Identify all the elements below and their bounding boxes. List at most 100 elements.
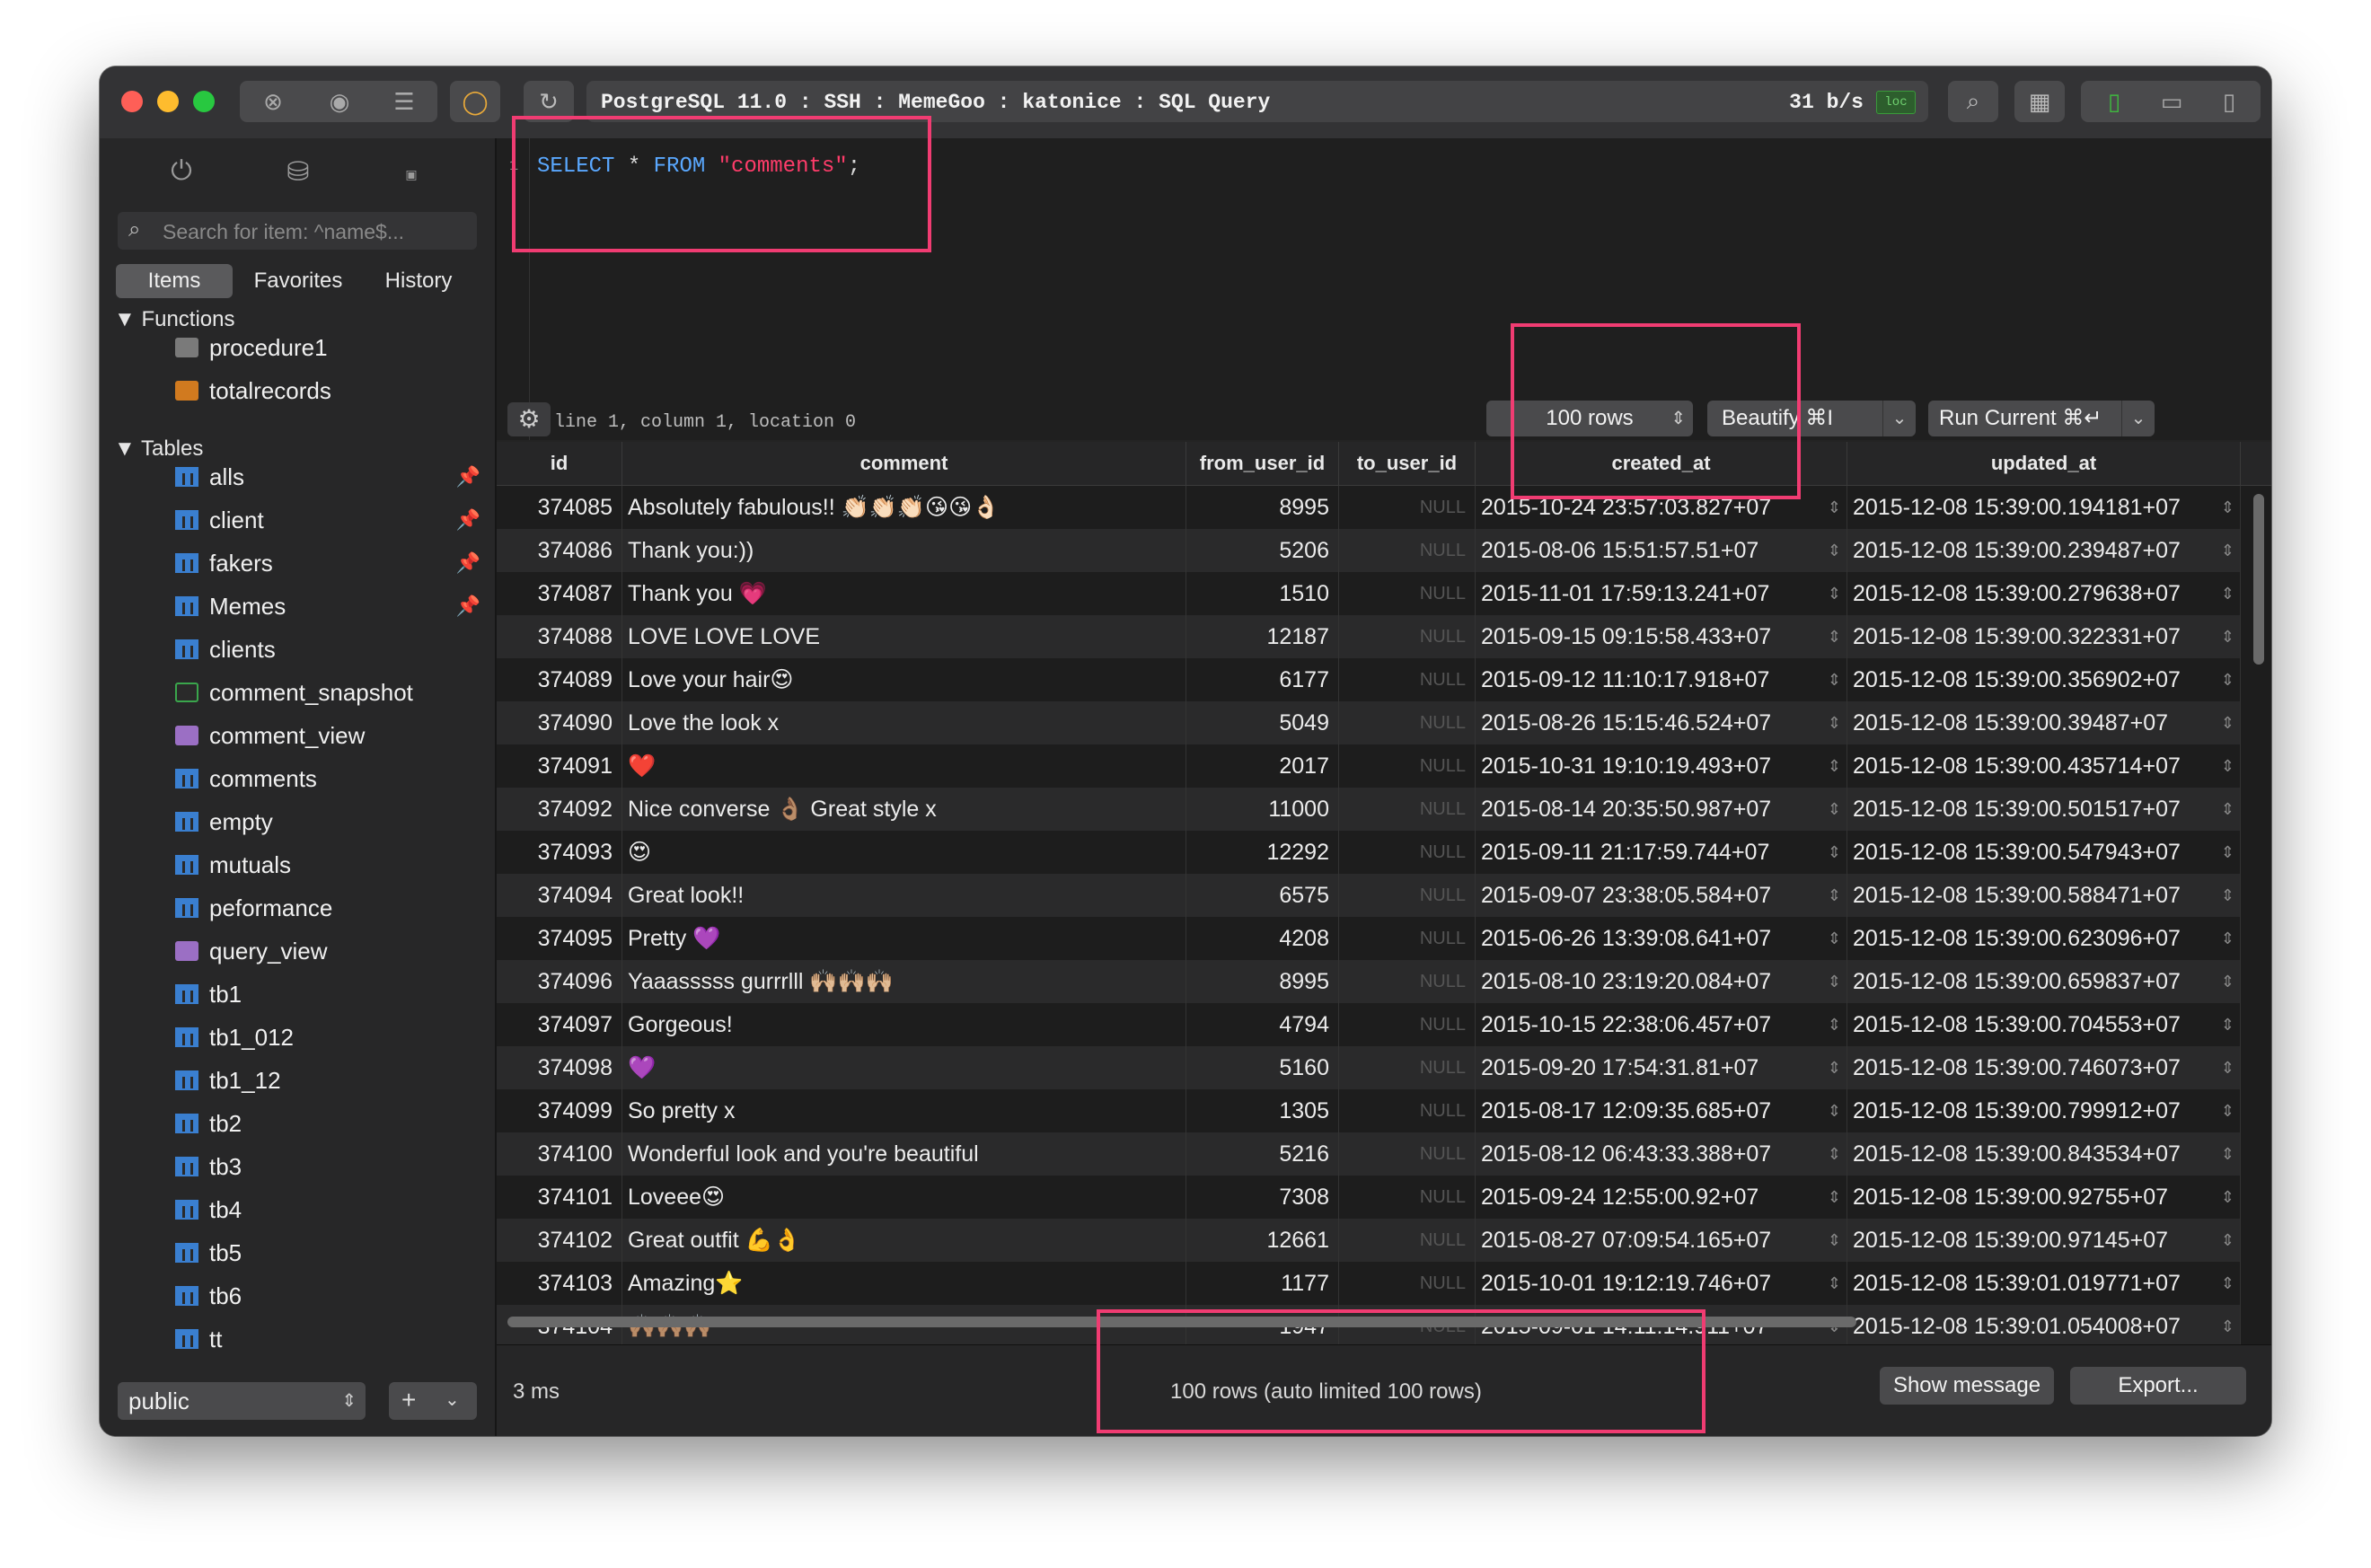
sidebar-item-fakers[interactable]: fakers 📌 [175,542,480,584]
show-message-button[interactable]: Show message [1880,1367,2054,1405]
cell-updated-at[interactable]: 2015-12-08 15:39:00.623096+07 ⇕ [1847,917,2241,960]
cell-updated-at[interactable]: 2015-12-08 15:39:00.92755+07 ⇕ [1847,1176,2241,1219]
cell-to-user-id[interactable]: NULL [1339,788,1476,831]
stepper-icon[interactable]: ⇕ [1828,486,1841,529]
add-item-button[interactable]: + ⌄ [389,1382,477,1420]
cell-created-at[interactable]: 2015-09-07 23:38:05.584+07 ⇕ [1476,874,1847,917]
cell-created-at[interactable]: 2015-09-11 21:17:59.744+07 ⇕ [1476,831,1847,874]
cell-updated-at[interactable]: 2015-12-08 15:39:00.97145+07 ⇕ [1847,1219,2241,1262]
cell-from-user-id[interactable]: 5206 [1186,529,1339,572]
cell-created-at[interactable]: 2015-09-12 11:10:17.918+07 ⇕ [1476,658,1847,701]
cell-updated-at[interactable]: 2015-12-08 15:39:00.799912+07 ⇕ [1847,1089,2241,1132]
sql-editor[interactable]: 1 SELECT * FROM "comments"; ⚙ line 1, co… [497,138,2271,440]
cell-comment[interactable]: Great look!! [622,874,1186,917]
cell-created-at[interactable]: 2015-11-01 17:59:13.241+07 ⇕ [1476,572,1847,615]
cell-comment[interactable]: ❤️ [622,744,1186,788]
result-grid[interactable]: id comment from_user_id to_user_id creat… [497,442,2271,1344]
sidebar-item-tt[interactable]: tt [175,1318,480,1360]
cell-updated-at[interactable]: 2015-12-08 15:39:00.239487+07 ⇕ [1847,529,2241,572]
cell-id[interactable]: 374086 [497,529,622,572]
sidebar-item-tb3[interactable]: tb3 [175,1146,480,1187]
sidebar-item-mutuals[interactable]: mutuals [175,844,480,885]
close-window-button[interactable] [121,91,143,112]
toggle-right-panel-icon[interactable]: ▯ [2199,81,2259,122]
schema-select[interactable]: public ⇕ [118,1382,366,1420]
toggle-left-panel-icon[interactable]: ▯ [2085,81,2144,122]
search-icon[interactable]: ⌕ [1948,81,1998,122]
cell-created-at[interactable]: 2015-08-26 15:15:46.524+07 ⇕ [1476,701,1847,744]
cell-id[interactable]: 374097 [497,1003,622,1046]
vertical-scrollbar[interactable] [2253,494,2264,665]
cell-from-user-id[interactable]: 6177 [1186,658,1339,701]
cell-comment[interactable]: Yaaasssss gurrrlll 🙌🏼🙌🏼🙌🏼 [622,960,1186,1003]
stepper-icon[interactable]: ⇕ [2221,874,2234,917]
cell-id[interactable]: 374096 [497,960,622,1003]
column-header-created-at[interactable]: created_at [1476,442,1847,485]
toggle-bottom-panel-icon[interactable]: ▭ [2142,81,2201,122]
cell-id[interactable]: 374093 [497,831,622,874]
plug-icon[interactable]: ⏻ [159,156,204,192]
cell-comment[interactable]: LOVE LOVE LOVE [622,615,1186,658]
cell-updated-at[interactable]: 2015-12-08 15:39:00.501517+07 ⇕ [1847,788,2241,831]
stepper-icon[interactable]: ⇕ [1828,658,1841,701]
sidebar-item-query_view[interactable]: query_view [175,930,480,972]
cell-id[interactable]: 374099 [497,1089,622,1132]
stepper-icon[interactable]: ⇕ [1828,917,1841,960]
cell-to-user-id[interactable]: NULL [1339,572,1476,615]
cell-updated-at[interactable]: 2015-12-08 15:39:00.746073+07 ⇕ [1847,1046,2241,1089]
table-row[interactable]: 374093 😍 12292 NULL 2015-09-11 21:17:59.744+… [497,831,2241,874]
chevron-down-icon[interactable]: ⌄ [2121,401,2155,436]
cell-to-user-id[interactable]: NULL [1339,529,1476,572]
cell-updated-at[interactable]: 2015-12-08 15:39:00.356902+07 ⇕ [1847,658,2241,701]
stepper-icon[interactable]: ⇕ [2221,572,2234,615]
stepper-icon[interactable]: ⇕ [2221,701,2234,744]
stepper-icon[interactable]: ⇕ [2221,1176,2234,1219]
function-item[interactable]: procedure1 [175,327,480,368]
table-row[interactable]: 374092 Nice converse 👌🏽 Great style x 1100… [497,788,2241,831]
sidebar-item-tb1_012[interactable]: tb1_012 [175,1017,480,1058]
cell-from-user-id[interactable]: 12187 [1186,615,1339,658]
settings-gear-icon[interactable]: ⚙ [507,402,551,436]
table-row[interactable]: 374090 Love the look x 5049 NULL 2015-08-26 … [497,701,2241,744]
cell-to-user-id[interactable]: NULL [1339,1176,1476,1219]
sidebar-item-empty[interactable]: empty [175,801,480,842]
cell-updated-at[interactable]: 2015-12-08 15:39:00.547943+07 ⇕ [1847,831,2241,874]
cell-id[interactable]: 374102 [497,1219,622,1262]
beautify-button[interactable]: Beautify ⌘I ⌄ [1707,401,1916,436]
cell-id[interactable]: 374098 [497,1046,622,1089]
cell-to-user-id[interactable]: NULL [1339,615,1476,658]
export-button[interactable]: Export... [2070,1367,2246,1405]
stepper-icon[interactable]: ⇕ [2221,744,2234,788]
sidebar-item-clients[interactable]: clients [175,629,480,670]
cell-updated-at[interactable]: 2015-12-08 15:39:00.194181+07 ⇕ [1847,486,2241,529]
stepper-icon[interactable]: ⇕ [2221,1132,2234,1176]
cell-comment[interactable]: Love the look x [622,701,1186,744]
sidebar-item-client[interactable]: client 📌 [175,499,480,541]
stepper-icon[interactable]: ⇕ [1828,874,1841,917]
stepper-icon[interactable]: ⇕ [1828,1262,1841,1305]
stepper-icon[interactable]: ⇕ [2221,960,2234,1003]
column-header-id[interactable]: id [497,442,622,485]
sidebar-item-tb2[interactable]: tb2 [175,1103,480,1144]
stepper-icon[interactable]: ⇕ [2221,1219,2234,1262]
table-row[interactable]: 374088 LOVE LOVE LOVE 12187 NULL 2015-09-15 … [497,615,2241,658]
cell-id[interactable]: 374100 [497,1132,622,1176]
cell-comment[interactable]: Amazing⭐ [622,1262,1186,1305]
cell-id[interactable]: 374089 [497,658,622,701]
cell-updated-at[interactable]: 2015-12-08 15:39:01.019771+07 ⇕ [1847,1262,2241,1305]
column-header-comment[interactable]: comment [622,442,1186,485]
stepper-icon[interactable]: ⇕ [1828,572,1841,615]
cell-from-user-id[interactable]: 7308 [1186,1176,1339,1219]
cell-to-user-id[interactable]: NULL [1339,701,1476,744]
chevron-down-icon[interactable]: ⌄ [1882,401,1916,436]
sidebar-item-peformance[interactable]: peformance [175,887,480,929]
cell-comment[interactable]: Gorgeous! [622,1003,1186,1046]
cell-created-at[interactable]: 2015-08-27 07:09:54.165+07 ⇕ [1476,1219,1847,1262]
cell-id[interactable]: 374095 [497,917,622,960]
cell-from-user-id[interactable]: 12292 [1186,831,1339,874]
function-item[interactable]: totalrecords [175,370,480,411]
cell-updated-at[interactable]: 2015-12-08 15:39:00.279638+07 ⇕ [1847,572,2241,615]
cell-created-at[interactable]: 2015-09-20 17:54:31.81+07 ⇕ [1476,1046,1847,1089]
cell-to-user-id[interactable]: NULL [1339,1262,1476,1305]
sidebar-item-tb6[interactable]: tb6 [175,1275,480,1317]
